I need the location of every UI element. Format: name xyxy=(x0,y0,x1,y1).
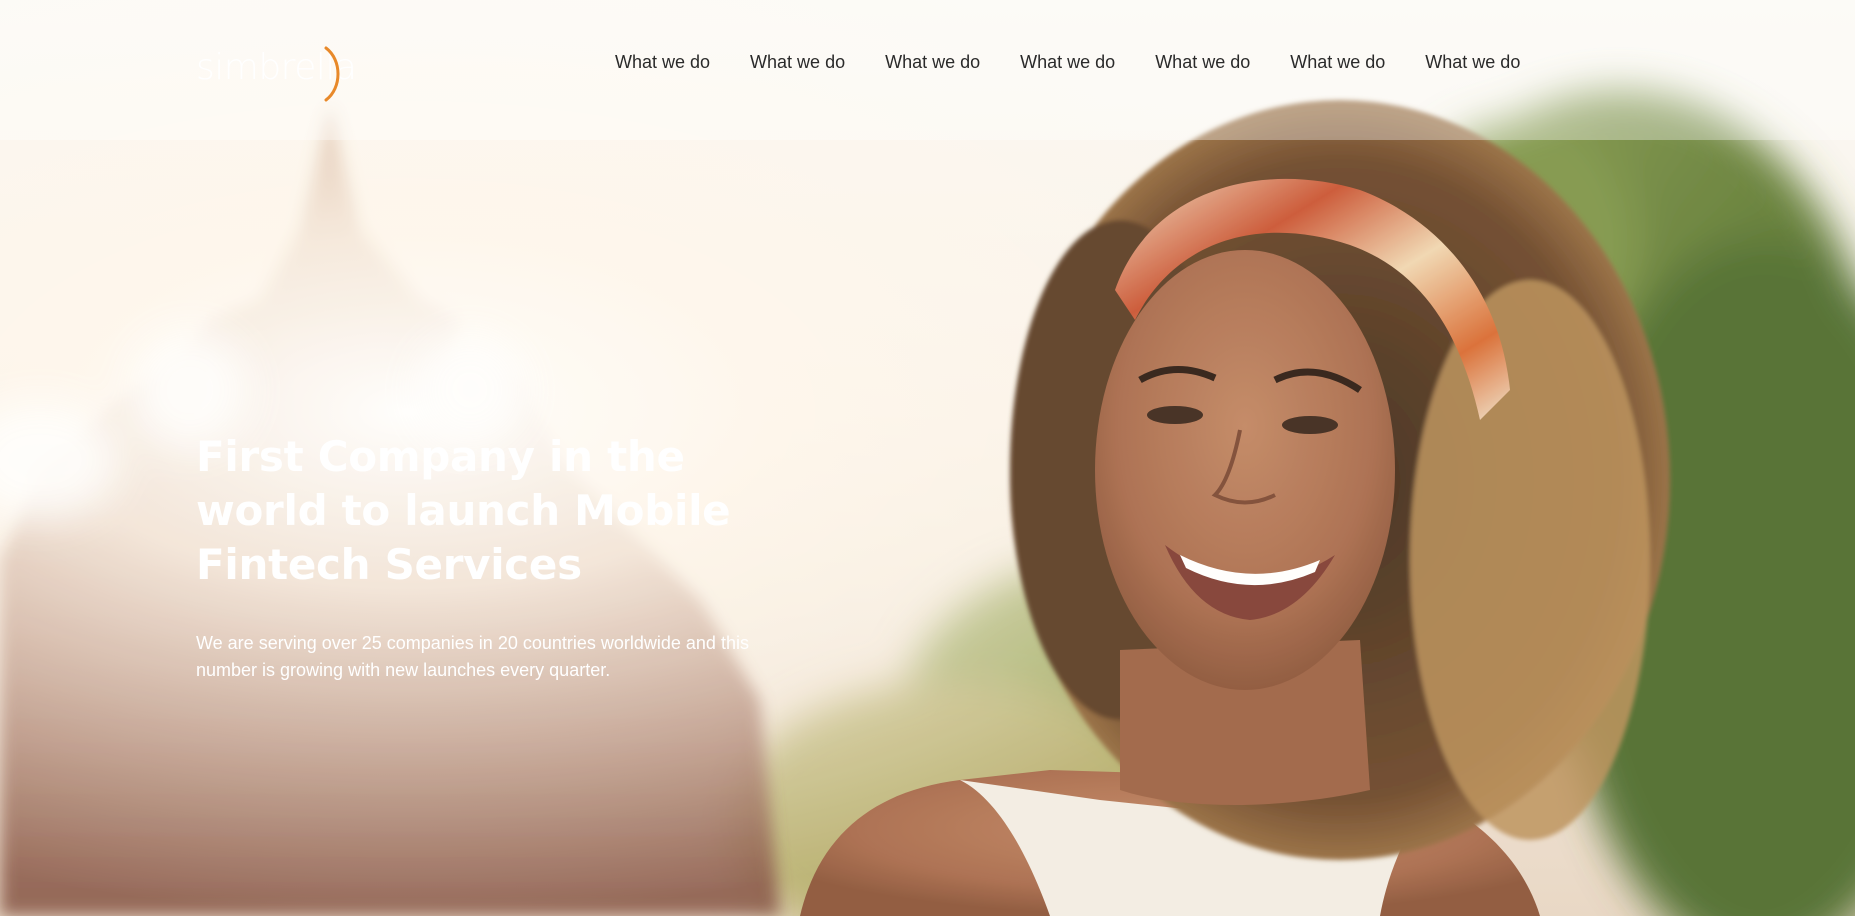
nav-item-what-we-do-5[interactable]: What we do xyxy=(1135,50,1270,74)
nav-item-what-we-do-1[interactable]: What we do xyxy=(598,50,730,74)
main-nav: What we do What we do What we do What we… xyxy=(598,50,1540,74)
hero-title: First Company in the world to launch Mob… xyxy=(196,432,731,589)
nav-item-what-we-do-4[interactable]: What we do xyxy=(1000,50,1135,74)
hero-subtitle: We are serving over 25 companies in 20 c… xyxy=(196,633,749,680)
logo-arc-icon xyxy=(324,46,340,102)
nav-item-what-we-do-6[interactable]: What we do xyxy=(1270,50,1405,74)
hero-section: First Company in the world to launch Mob… xyxy=(196,430,766,684)
nav-item-what-we-do-2[interactable]: What we do xyxy=(730,50,865,74)
landing-page: simbrella What we do What we do What we … xyxy=(0,0,1855,916)
nav-item-what-we-do-3[interactable]: What we do xyxy=(865,50,1000,74)
nav-item-what-we-do-7[interactable]: What we do xyxy=(1405,50,1540,74)
site-header: simbrella What we do What we do What we … xyxy=(0,0,1855,120)
